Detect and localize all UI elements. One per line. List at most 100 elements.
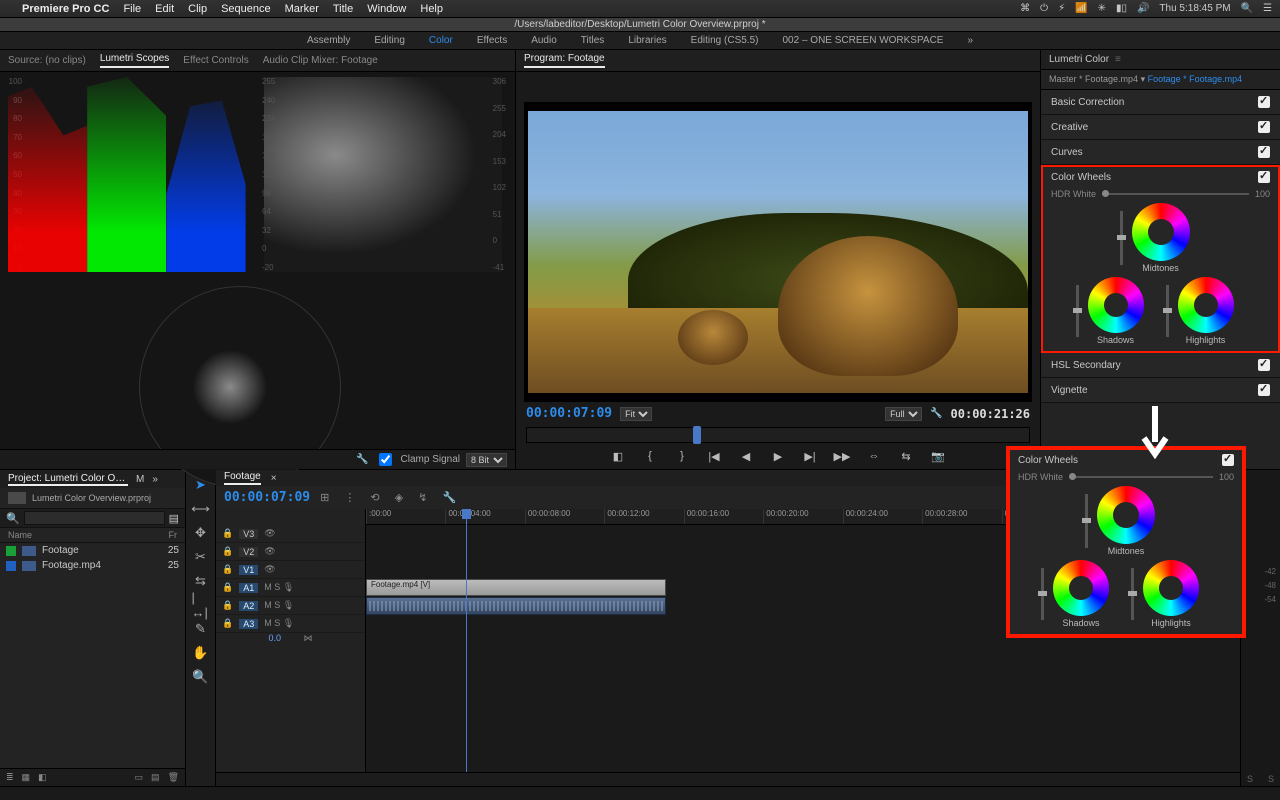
sect-basic[interactable]: Basic Correction	[1041, 90, 1280, 115]
checkbox-icon[interactable]	[1258, 171, 1270, 183]
go-out-icon[interactable]: }	[674, 449, 690, 463]
slip-tool-icon[interactable]: ⇆	[192, 572, 210, 590]
ws-audio[interactable]: Audio	[531, 35, 557, 46]
ws-effects[interactable]: Effects	[477, 35, 507, 46]
zoom-fit-select[interactable]: Fit	[620, 407, 652, 421]
resolution-select[interactable]: Full	[885, 407, 922, 421]
midtones-wheel[interactable]	[1097, 486, 1155, 544]
tab-audio-mixer[interactable]: Audio Clip Mixer: Footage	[263, 55, 378, 66]
menu-sequence[interactable]: Sequence	[221, 3, 271, 15]
filter-icon[interactable]: ▤	[169, 512, 179, 525]
ws-overflow[interactable]: »	[967, 35, 973, 46]
list-item[interactable]: Footage.mp425	[0, 558, 185, 573]
midtones-luma-slider[interactable]	[1120, 211, 1123, 265]
sect-creative[interactable]: Creative	[1041, 115, 1280, 140]
bit-depth-select[interactable]: 8 Bit	[466, 453, 507, 467]
program-ruler[interactable]	[526, 427, 1030, 443]
midtones-luma-slider[interactable]	[1085, 494, 1088, 548]
timeline-scrollbar[interactable]	[216, 772, 1240, 786]
lock-icon[interactable]: 🔒	[222, 546, 233, 557]
highlights-luma-slider[interactable]	[1131, 568, 1134, 620]
chevron-down-icon[interactable]: ▾	[1141, 74, 1146, 84]
menu-extras-icon[interactable]: ☰	[1263, 3, 1272, 14]
lock-icon[interactable]: 🔒	[222, 528, 233, 539]
track-a3[interactable]: 🔒A3M S 🎙	[216, 615, 365, 633]
checkbox-icon[interactable]	[1258, 359, 1270, 371]
ws-editing[interactable]: Editing	[374, 35, 405, 46]
ws-libraries[interactable]: Libraries	[628, 35, 666, 46]
audio-clip[interactable]	[366, 597, 666, 615]
track-v3[interactable]: 🔒V3👁	[216, 525, 365, 543]
checkbox-icon[interactable]	[1258, 121, 1270, 133]
tab-program[interactable]: Program: Footage	[524, 53, 605, 68]
timeline-toggle-icons[interactable]: ⊞ ⋮ ⟲ ◈ ↯ 🔧	[320, 491, 462, 504]
shadows-luma-slider[interactable]	[1041, 568, 1044, 620]
tab-project[interactable]: Project: Lumetri Color Overview	[8, 473, 128, 486]
menu-edit[interactable]: Edit	[155, 3, 174, 15]
volume-icon[interactable]: 🔊	[1137, 3, 1149, 14]
panel-menu-icon[interactable]: ≡	[1115, 54, 1121, 65]
hdr-white-slider[interactable]	[1102, 193, 1249, 195]
highlights-wheel[interactable]	[1178, 277, 1234, 333]
snap-icon[interactable]: ⋈	[304, 633, 313, 643]
razor-tool-icon[interactable]: ✂	[192, 548, 210, 566]
list-view-icon[interactable]: ≣	[6, 772, 14, 783]
go-in-icon[interactable]: {	[642, 449, 658, 463]
export-frame-icon[interactable]: 📷	[930, 449, 946, 463]
color-wheels-title[interactable]: Color Wheels	[1051, 172, 1111, 183]
hdr-white-slider[interactable]	[1069, 476, 1213, 478]
wifi-icon[interactable]: 📶	[1075, 3, 1087, 14]
step-fwd-icon[interactable]: ▶▶	[834, 449, 850, 463]
tab-overflow[interactable]: »	[152, 474, 158, 485]
shadows-luma-slider[interactable]	[1076, 285, 1079, 337]
lock-icon[interactable]: 🔒	[222, 564, 233, 575]
icon-view-icon[interactable]: ▦	[22, 772, 31, 783]
clamp-signal-checkbox[interactable]	[379, 453, 392, 466]
menu-clip[interactable]: Clip	[188, 3, 207, 15]
sect-hsl[interactable]: HSL Secondary	[1041, 353, 1280, 378]
lumetri-master[interactable]: Master * Footage.mp4	[1049, 74, 1138, 84]
track-select-tool-icon[interactable]: ⟷	[192, 500, 210, 518]
sect-curves[interactable]: Curves	[1041, 140, 1280, 165]
tab-sequence[interactable]: Footage	[224, 471, 261, 485]
tab-lumetri-scopes[interactable]: Lumetri Scopes	[100, 53, 169, 68]
step-back-icon[interactable]: |◀	[706, 449, 722, 463]
track-a1[interactable]: 🔒A1M S 🎙	[216, 579, 365, 597]
rate-stretch-tool-icon[interactable]: |↔|	[192, 596, 210, 614]
menu-help[interactable]: Help	[420, 3, 443, 15]
ws-titles[interactable]: Titles	[581, 35, 605, 46]
new-item-icon[interactable]: ▤	[151, 772, 160, 783]
hdr-white-value[interactable]: 100	[1255, 189, 1270, 199]
frame-back-icon[interactable]: ◀	[738, 449, 754, 463]
timeline-timecode[interactable]: 00:00:07:09	[224, 490, 310, 505]
checkbox-icon[interactable]	[1222, 454, 1234, 466]
shadows-wheel[interactable]	[1053, 560, 1109, 616]
list-item[interactable]: Footage25	[0, 543, 185, 558]
timecode-in[interactable]: 00:00:07:09	[526, 406, 612, 421]
ws-color[interactable]: Color	[429, 35, 453, 46]
track-v2[interactable]: 🔒V2👁	[216, 543, 365, 561]
lock-icon[interactable]: 🔒	[222, 618, 233, 629]
solo-icon[interactable]: S	[1268, 774, 1274, 784]
bluetooth-icon[interactable]: ✳︎	[1098, 3, 1106, 14]
mark-in-icon[interactable]: ◧	[610, 449, 626, 463]
tab-effect-controls[interactable]: Effect Controls	[183, 55, 248, 66]
app-name[interactable]: Premiere Pro CC	[22, 3, 109, 15]
frame-fwd-icon[interactable]: ▶|	[802, 449, 818, 463]
sect-vignette[interactable]: Vignette	[1041, 378, 1280, 403]
checkbox-icon[interactable]	[1258, 384, 1270, 396]
menu-marker[interactable]: Marker	[285, 3, 319, 15]
ripple-tool-icon[interactable]: ✥	[192, 524, 210, 542]
menu-window[interactable]: Window	[367, 3, 406, 15]
highlights-luma-slider[interactable]	[1166, 285, 1169, 337]
ws-assembly[interactable]: Assembly	[307, 35, 350, 46]
ws-onescreen[interactable]: 002 – ONE SCREEN WORKSPACE	[782, 35, 943, 46]
timeline-playhead[interactable]	[466, 509, 467, 772]
pen-tool-icon[interactable]: ✎	[192, 620, 210, 638]
trash-icon[interactable]: 🗑	[168, 772, 179, 783]
ws-editing55[interactable]: Editing (CS5.5)	[691, 35, 759, 46]
close-tab-icon[interactable]: ×	[271, 473, 277, 484]
clock[interactable]: Thu 5:18:45 PM	[1159, 3, 1230, 14]
wrench-icon[interactable]: 🔧	[356, 454, 368, 465]
lock-icon[interactable]: 🔒	[222, 600, 233, 611]
